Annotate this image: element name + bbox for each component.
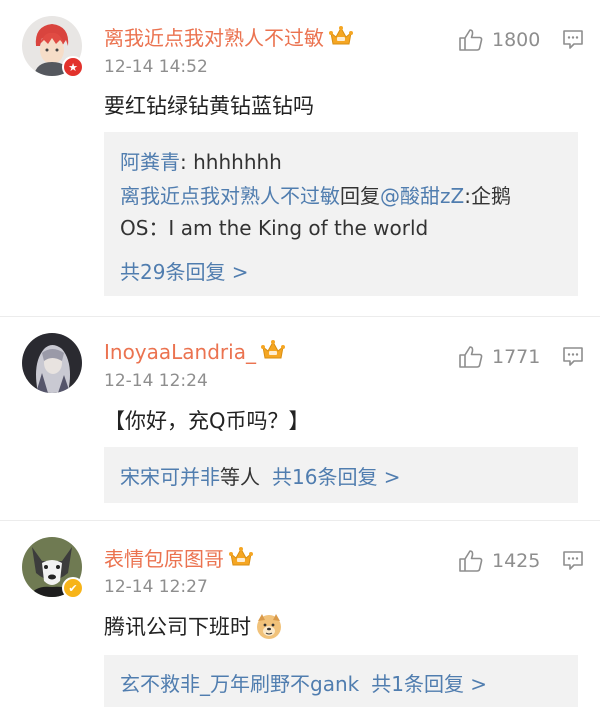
view-replies-link[interactable]: 共1条回复 > xyxy=(371,672,487,696)
avatar-image-icon xyxy=(22,333,82,393)
comment-more-icon xyxy=(563,30,583,49)
more-button[interactable] xyxy=(562,549,584,575)
avatar[interactable]: ★ xyxy=(22,16,84,78)
red-badge-icon: ★ xyxy=(62,56,84,78)
reply-box[interactable]: 阿粪青: hhhhhhh 离我近点我对熟人不过敏回复@酸甜zZ:企鹅 OS：I … xyxy=(104,132,578,296)
reply-people-suffix: 等人 xyxy=(220,465,260,489)
crown-icon xyxy=(228,546,254,573)
reply-summary: 玄不救非_万年刷野不gank 共1条回复 > xyxy=(120,668,487,697)
comment-item: InoyaaLandria_ 12-14 12:24 1771 【你好，充Q币吗… xyxy=(0,316,600,520)
reply-author-link[interactable]: 阿粪青 xyxy=(120,150,180,174)
comment-more-icon xyxy=(563,551,583,570)
view-replies-link[interactable]: 共16条回复 > xyxy=(272,465,401,489)
comment-time: 12-14 12:24 xyxy=(104,371,208,391)
like-button[interactable]: 1771 xyxy=(458,345,540,369)
reply-box[interactable]: 玄不救非_万年刷野不gank 共1条回复 > xyxy=(104,655,578,707)
comment-text-content: 腾讯公司下班时 xyxy=(104,615,251,639)
like-count: 1800 xyxy=(492,29,541,51)
username[interactable]: 表情包原图哥 xyxy=(104,543,254,573)
mention-link[interactable]: @酸甜zZ xyxy=(380,184,464,208)
comment-item: ✔ 表情包原图哥 12-14 12:27 1425 腾讯公司下班时 玄不救非_万… xyxy=(0,520,600,726)
comment-text: 【你好，充Q币吗？】 xyxy=(104,409,310,433)
avatar[interactable]: ✔ xyxy=(22,537,84,599)
more-button[interactable] xyxy=(562,345,584,371)
view-replies-link[interactable]: 共29条回复 > xyxy=(120,256,249,285)
reply-text: hhhhhhh xyxy=(193,150,282,174)
crown-icon xyxy=(328,25,354,52)
reply-author-link[interactable]: 宋宋可并非 xyxy=(120,465,220,489)
reply-line: 阿粪青: hhhhhhh xyxy=(120,146,282,175)
comment-text: 腾讯公司下班时 xyxy=(104,611,283,645)
reply-line: 离我近点我对熟人不过敏回复@酸甜zZ:企鹅 xyxy=(120,180,511,209)
reply-box[interactable]: 宋宋可并非等人 共16条回复 > xyxy=(104,447,578,503)
comment-item: ★ 离我近点我对熟人不过敏 12-14 14:52 1800 要红钻绿钻黄钻蓝钻… xyxy=(0,0,600,316)
yellow-badge-icon: ✔ xyxy=(62,577,84,599)
comment-time: 12-14 12:27 xyxy=(104,577,208,597)
reply-text: :企鹅 xyxy=(464,184,511,208)
reply-author-link[interactable]: 离我近点我对熟人不过敏 xyxy=(120,184,340,208)
crown-icon xyxy=(260,339,286,366)
reply-verb: 回复 xyxy=(340,184,380,208)
thumb-up-icon xyxy=(459,29,483,51)
like-count: 1771 xyxy=(492,346,541,368)
comment-text: 要红钻绿钻黄钻蓝钻吗 xyxy=(104,94,314,118)
avatar[interactable] xyxy=(22,333,82,393)
like-count: 1425 xyxy=(492,550,541,572)
username[interactable]: InoyaaLandria_ xyxy=(104,339,286,366)
comment-more-icon xyxy=(563,347,583,366)
like-button[interactable]: 1800 xyxy=(458,28,540,52)
username[interactable]: 离我近点我对熟人不过敏 xyxy=(104,22,354,52)
reply-author-link[interactable]: 玄不救非_万年刷野不gank xyxy=(120,672,359,696)
reply-separator: : xyxy=(180,150,194,174)
like-button[interactable]: 1425 xyxy=(458,549,540,573)
more-button[interactable] xyxy=(562,28,584,54)
doge-emoji-icon xyxy=(255,612,283,645)
comment-time: 12-14 14:52 xyxy=(104,57,208,77)
thumb-up-icon xyxy=(459,346,483,368)
reply-summary: 宋宋可并非等人 共16条回复 > xyxy=(120,461,401,490)
thumb-up-icon xyxy=(459,550,483,572)
reply-text-continued: OS：I am the King of the world xyxy=(120,216,429,240)
